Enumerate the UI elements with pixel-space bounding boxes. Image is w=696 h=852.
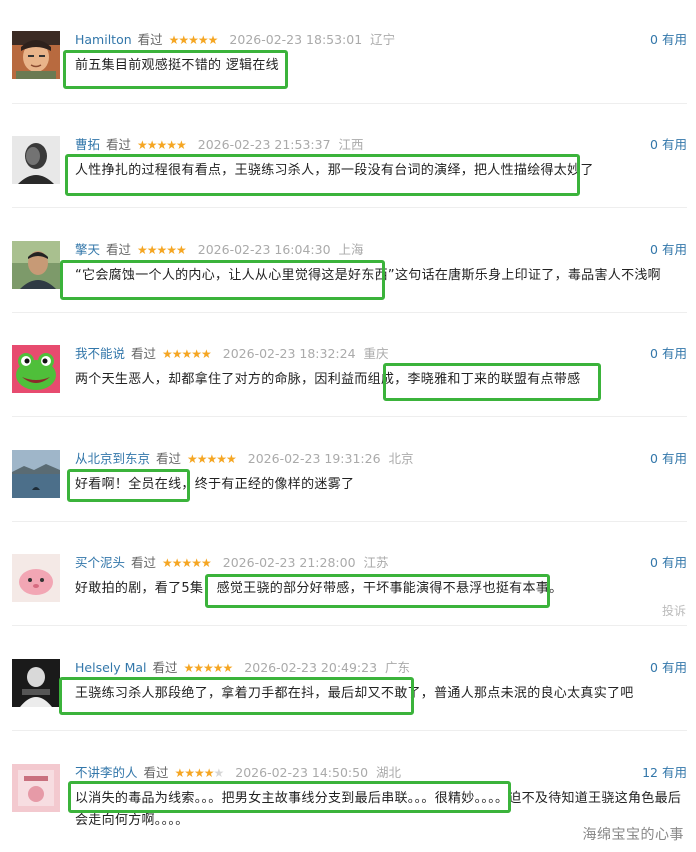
review-content: 好敢拍的剧，看了5集，感觉王骁的部分好带感，干坏事能演得不悬浮也挺有本事。 bbox=[75, 581, 563, 596]
useful-button[interactable]: 有用 bbox=[662, 660, 687, 675]
useful-vote: 0 有用 bbox=[650, 345, 687, 363]
review-time: 2026-02-23 18:32:24 bbox=[222, 346, 356, 361]
review-meta: Helsely Mal 看过 ★★★★★ 2026-02-23 20:49:23… bbox=[75, 659, 410, 677]
rating-stars: ★★★★★ bbox=[137, 243, 187, 257]
divider bbox=[12, 312, 687, 313]
useful-vote: 0 有用 bbox=[650, 136, 687, 154]
review-time: 2026-02-23 20:49:23 bbox=[244, 660, 378, 675]
useful-vote: 0 有用 bbox=[650, 659, 687, 677]
useful-button[interactable]: 有用 bbox=[662, 242, 687, 257]
useful-vote: 12 有用 bbox=[642, 764, 687, 782]
review-location: 上海 bbox=[338, 242, 364, 257]
useful-count: 0 bbox=[650, 137, 658, 152]
review-content: “它会腐蚀一个人的内心，让人从心里觉得这是好东西”这句话在唐斯乐身上印证了，毒品… bbox=[75, 268, 661, 283]
review-location: 江苏 bbox=[363, 555, 389, 570]
watched-label: 看过 bbox=[156, 451, 182, 466]
man-portrait-avatar-icon[interactable] bbox=[12, 241, 60, 289]
review-time: 2026-02-23 18:53:01 bbox=[229, 32, 363, 47]
dark-figure-avatar-icon[interactable] bbox=[12, 659, 60, 707]
useful-button[interactable]: 有用 bbox=[662, 555, 687, 570]
review-location: 北京 bbox=[388, 451, 414, 466]
username-link[interactable]: 我不能说 bbox=[75, 346, 125, 361]
review-location: 广东 bbox=[385, 660, 411, 675]
watched-label: 看过 bbox=[106, 242, 132, 257]
watermark-text: 海绵宝宝的心事 bbox=[582, 827, 684, 843]
username-link[interactable]: Hamilton bbox=[75, 32, 132, 47]
useful-button[interactable]: 有用 bbox=[662, 32, 687, 47]
review-location: 江西 bbox=[338, 137, 364, 152]
rating-stars: ★★★★★ bbox=[162, 556, 212, 570]
review-content: 好看啊！全员在线，终于有正经的像样的迷雾了 bbox=[75, 477, 355, 492]
rating-stars: ★★★★★ bbox=[162, 347, 212, 361]
review-time: 2026-02-23 21:28:00 bbox=[222, 555, 356, 570]
review-time: 2026-02-23 19:31:26 bbox=[247, 451, 381, 466]
review-location: 重庆 bbox=[363, 346, 389, 361]
username-link[interactable]: 曹拓 bbox=[75, 137, 100, 152]
useful-button[interactable]: 有用 bbox=[662, 137, 687, 152]
review-meta: 曹拓 看过 ★★★★★ 2026-02-23 21:53:37 江西 bbox=[75, 136, 364, 154]
watched-label: 看过 bbox=[131, 555, 157, 570]
divider bbox=[12, 103, 687, 104]
cartoon-man-avatar-icon[interactable] bbox=[12, 31, 60, 79]
useful-vote: 0 有用 bbox=[650, 31, 687, 49]
lake-landscape-avatar-icon[interactable] bbox=[12, 450, 60, 498]
rating-stars: ★★★★★ bbox=[183, 661, 234, 675]
rating-stars: ★★★★★ bbox=[168, 33, 219, 47]
review-content: 前五集目前观感挺不错的 逻辑在线 bbox=[75, 58, 279, 73]
review-time: 2026-02-23 16:04:30 bbox=[197, 242, 331, 257]
review-time: 2026-02-23 21:53:37 bbox=[197, 137, 331, 152]
divider bbox=[12, 416, 687, 417]
review-location: 湖北 bbox=[376, 765, 402, 780]
blurred-portrait-avatar-icon[interactable] bbox=[12, 136, 60, 184]
pink-poster-avatar-icon[interactable] bbox=[12, 764, 60, 812]
review-meta: 从北京到东京 看过 ★★★★★ 2026-02-23 19:31:26 北京 bbox=[75, 450, 414, 468]
useful-button[interactable]: 有用 bbox=[662, 451, 687, 466]
rating-stars: ★★★★★ bbox=[187, 452, 237, 466]
watched-label: 看过 bbox=[106, 137, 132, 152]
pink-plush-avatar-icon[interactable] bbox=[12, 554, 60, 602]
watched-label: 看过 bbox=[143, 765, 169, 780]
useful-count: 0 bbox=[650, 555, 658, 570]
divider bbox=[12, 730, 687, 731]
review-meta: 买个泥头 看过 ★★★★★ 2026-02-23 21:28:00 江苏 bbox=[75, 554, 389, 572]
review-meta: 不讲李的人 看过 ★★★★★ 2026-02-23 14:50:50 湖北 bbox=[75, 764, 401, 782]
username-link[interactable]: 买个泥头 bbox=[75, 555, 125, 570]
review-time: 2026-02-23 14:50:50 bbox=[235, 765, 369, 780]
review-meta: 我不能说 看过 ★★★★★ 2026-02-23 18:32:24 重庆 bbox=[75, 345, 389, 363]
divider bbox=[12, 625, 687, 626]
useful-vote: 0 有用 bbox=[650, 241, 687, 259]
useful-count: 0 bbox=[650, 660, 658, 675]
useful-vote: 0 有用 bbox=[650, 450, 687, 468]
useful-vote: 0 有用 bbox=[650, 554, 687, 572]
username-link[interactable]: Helsely Mal bbox=[75, 660, 147, 675]
useful-count: 0 bbox=[650, 32, 658, 47]
watched-label: 看过 bbox=[137, 32, 163, 47]
useful-count: 12 bbox=[642, 765, 658, 780]
watched-label: 看过 bbox=[152, 660, 178, 675]
useful-count: 0 bbox=[650, 451, 658, 466]
username-link[interactable]: 擎天 bbox=[75, 242, 100, 257]
username-link[interactable]: 从北京到东京 bbox=[75, 451, 150, 466]
report-link[interactable]: 投诉 bbox=[662, 602, 686, 619]
useful-count: 0 bbox=[650, 346, 658, 361]
review-meta: Hamilton 看过 ★★★★★ 2026-02-23 18:53:01 辽宁 bbox=[75, 31, 395, 49]
divider bbox=[12, 521, 687, 522]
review-location: 辽宁 bbox=[370, 32, 396, 47]
useful-button[interactable]: 有用 bbox=[662, 765, 687, 780]
green-frog-avatar-icon[interactable] bbox=[12, 345, 60, 393]
divider bbox=[12, 207, 687, 208]
review-content: 王骁练习杀人那段绝了，拿着刀手都在抖，最后却又不敢了，普通人那点未泯的良心太真实… bbox=[75, 686, 634, 701]
username-link[interactable]: 不讲李的人 bbox=[75, 765, 138, 780]
rating-stars: ★★★★★ bbox=[137, 138, 187, 152]
rating-stars: ★★★★★ bbox=[174, 766, 225, 780]
review-content: 人性挣扎的过程很有看点，王骁练习杀人，那一段没有台词的演绎，把人性描绘得太妙了 bbox=[75, 163, 594, 178]
review-content: 两个天生恶人，却都拿住了对方的命脉，因利益而组成，李晓雅和丁来的联盟有点带感 bbox=[75, 372, 581, 387]
review-meta: 擎天 看过 ★★★★★ 2026-02-23 16:04:30 上海 bbox=[75, 241, 364, 259]
useful-button[interactable]: 有用 bbox=[662, 346, 687, 361]
useful-count: 0 bbox=[650, 242, 658, 257]
watched-label: 看过 bbox=[131, 346, 157, 361]
